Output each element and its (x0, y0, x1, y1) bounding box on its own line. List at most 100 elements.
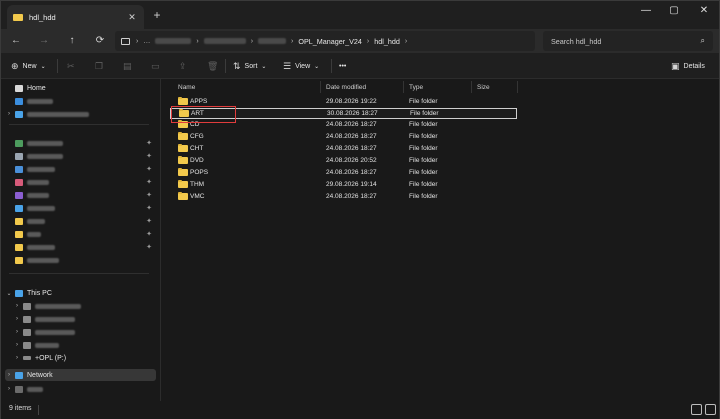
forward-button[interactable]: → (35, 32, 53, 50)
chevron-right-icon: › (16, 316, 18, 322)
cloud-icon (15, 110, 23, 118)
view-button[interactable]: ☰ View ⌄ (283, 59, 319, 73)
delete-button[interactable]: 🗑 (207, 59, 222, 73)
item-count: 9 items (9, 405, 32, 412)
rename-button[interactable]: ▭ (151, 59, 164, 73)
trash-icon: 🗑 (207, 60, 219, 71)
close-icon[interactable]: ✕ (126, 11, 138, 23)
status-bar: 9 items (1, 401, 719, 419)
column-header-name[interactable]: Name (178, 81, 195, 93)
sidebar-item-pinned-5[interactable]: ✦ (5, 189, 156, 201)
file-row[interactable]: CFG 24.08.2026 18:27 File folder (170, 132, 517, 143)
sidebar-item-pinned-7[interactable]: ✦ (5, 215, 156, 227)
sort-button[interactable]: ⇅ Sort ⌄ (233, 59, 266, 73)
sidebar-item-pinned-2[interactable]: ✦ (5, 150, 156, 162)
sidebar-item-redacted (27, 179, 49, 185)
sidebar-item-pinned-1[interactable]: ✦ (5, 137, 156, 149)
chevron-right-icon: › (291, 37, 294, 45)
close-window-button[interactable]: ✕ (689, 1, 719, 23)
scissors-icon: ✂ (67, 60, 75, 71)
column-header-date[interactable]: Date modified (326, 81, 366, 93)
file-row[interactable]: THM 29.08.2026 19:14 File folder (170, 180, 517, 191)
sidebar-item-pinned-3[interactable]: ✦ (5, 163, 156, 175)
downloads-icon (15, 204, 23, 212)
details-view-icon[interactable] (691, 404, 702, 415)
sidebar-item-label: +OPL (P:) (35, 354, 67, 362)
file-date: 24.08.2026 18:27 (326, 133, 377, 140)
tab-hdl-hdd[interactable]: hdl_hdd ✕ (7, 5, 144, 29)
file-date: 24.08.2026 20:52 (326, 157, 377, 164)
share-button[interactable]: ⇪ (179, 59, 191, 73)
file-name: THM (190, 181, 205, 188)
sidebar-item-pinned-10[interactable] (5, 254, 156, 266)
music-icon (15, 178, 23, 186)
new-tab-button[interactable]: + (150, 8, 164, 22)
explorer-window: hdl_hdd ✕ + — ▢ ✕ ← → ↑ ⟳ › … › › › OPL_… (0, 0, 720, 419)
breadcrumb-redacted (258, 38, 287, 44)
file-date: 24.08.2026 18:27 (326, 193, 377, 200)
sidebar-item-gallery[interactable] (5, 95, 156, 107)
sidebar-item-pinned-6[interactable]: ✦ (5, 202, 156, 214)
chevron-down-icon: ⌄ (6, 290, 12, 297)
file-type: File folder (409, 98, 438, 105)
column-header-size[interactable]: Size (477, 81, 490, 93)
sidebar-item-label: Network (27, 371, 53, 379)
pin-icon: ✦ (146, 218, 152, 225)
breadcrumb-opl-manager[interactable]: OPL_Manager_V24 (298, 37, 362, 46)
file-date: 24.08.2026 18:27 (326, 121, 377, 128)
sidebar-item-linux[interactable]: › (5, 383, 156, 395)
file-name: CFG (190, 133, 204, 140)
sidebar-item-pinned-8[interactable]: ✦ (5, 228, 156, 240)
sidebar-item-this-pc[interactable]: ⌄ This PC (5, 287, 156, 299)
paste-button[interactable]: ▤ (123, 59, 136, 73)
sort-label: Sort (244, 62, 258, 70)
maximize-button[interactable]: ▢ (659, 1, 689, 23)
chevron-right-icon: › (16, 329, 18, 335)
column-header-type[interactable]: Type (409, 81, 423, 93)
sort-icon: ⇅ (233, 60, 241, 71)
sidebar-item-opl-drive[interactable]: › +OPL (P:) (13, 352, 156, 364)
sidebar-item-drive-2[interactable]: › (13, 313, 156, 325)
search-icon: ⌕ (700, 36, 705, 45)
gallery-icon (15, 97, 23, 105)
sidebar-item-network[interactable]: › Network (5, 369, 156, 381)
file-row[interactable]: VMC 24.08.2026 18:27 File folder (170, 192, 517, 203)
copy-button[interactable]: ❐ (95, 59, 107, 73)
details-button[interactable]: ▣ Details (671, 59, 705, 73)
sidebar-item-drive-1[interactable]: › (13, 300, 156, 312)
sidebar-item-pinned-9[interactable]: ✦ (5, 241, 156, 253)
file-type: File folder (409, 133, 438, 140)
chevron-right-icon: › (8, 386, 10, 392)
file-name: APPS (190, 98, 208, 105)
highlight-annotation (171, 106, 236, 123)
search-input[interactable]: Search hdl_hdd ⌕ (543, 31, 713, 51)
new-button[interactable]: ⊕ New ⌄ (11, 59, 46, 73)
more-button[interactable]: ••• (339, 59, 346, 73)
sidebar-item-onedrive[interactable]: › (5, 108, 156, 120)
videos-icon (15, 191, 23, 199)
breadcrumb-hdl-hdd[interactable]: hdl_hdd (374, 37, 400, 46)
chevron-right-icon: › (8, 372, 10, 378)
sidebar-item-drive-4[interactable]: › (13, 339, 156, 351)
refresh-button[interactable]: ⟳ (91, 32, 109, 50)
sidebar-item-label: This PC (27, 289, 52, 297)
sidebar-item-home[interactable]: Home (5, 82, 156, 94)
chevron-down-icon: ⌄ (314, 63, 320, 70)
chevron-down-icon: ⌄ (40, 63, 46, 70)
tiles-view-icon[interactable] (705, 404, 716, 415)
file-row[interactable]: DVD 24.08.2026 20:52 File folder (170, 156, 517, 167)
back-button[interactable]: ← (7, 32, 25, 50)
sidebar-item-pinned-4[interactable]: ✦ (5, 176, 156, 188)
sidebar-item-drive-3[interactable]: › (13, 326, 156, 338)
cut-button[interactable]: ✂ (67, 59, 79, 73)
up-button[interactable]: ↑ (63, 32, 81, 50)
minimize-button[interactable]: — (631, 1, 661, 23)
chevron-right-icon: › (16, 303, 18, 309)
file-row[interactable]: CHT 24.08.2026 18:27 File folder (170, 144, 517, 155)
address-bar[interactable]: › … › › › OPL_Manager_V24 › hdl_hdd › (115, 31, 535, 51)
folder-icon (178, 168, 188, 176)
pin-icon: ✦ (146, 244, 152, 251)
file-date: 24.08.2026 18:27 (326, 169, 377, 176)
file-row[interactable]: POPS 24.08.2026 18:27 File folder (170, 168, 517, 179)
search-placeholder: Search hdl_hdd (551, 36, 602, 46)
